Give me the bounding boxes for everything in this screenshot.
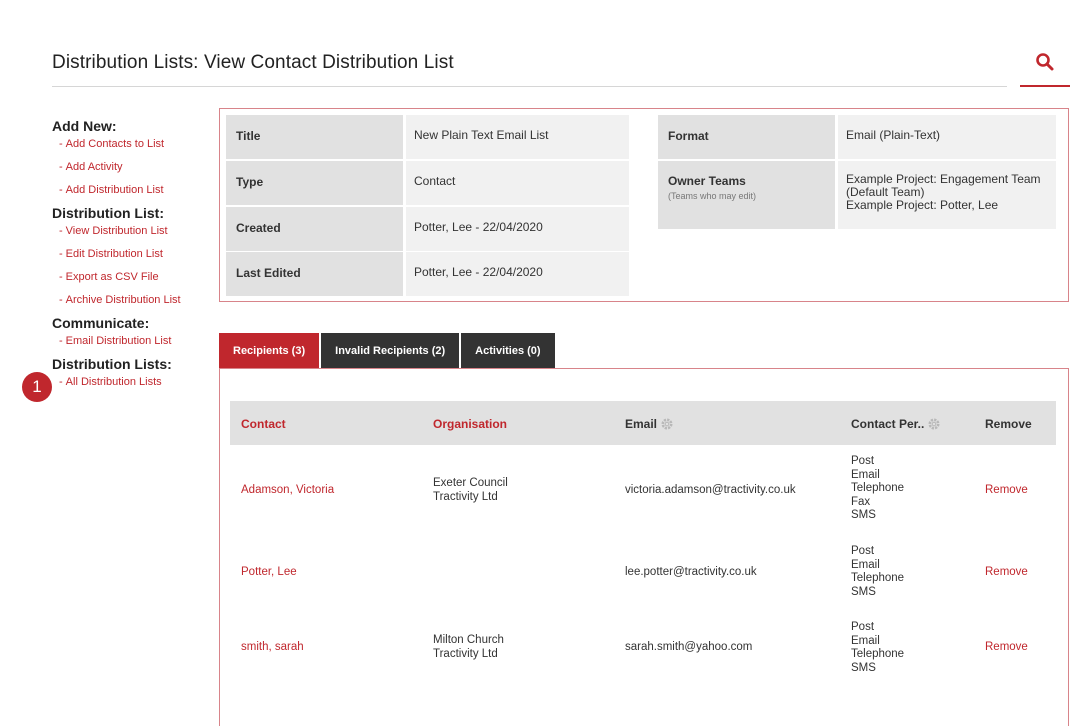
sidebar-heading-distribution-list: Distribution List: (52, 205, 164, 221)
details-value: Example Project: Engagement Team (Defaul… (838, 161, 1056, 229)
contact-link[interactable]: smith, sarah (241, 641, 304, 655)
tab-invalid-recipients[interactable]: Invalid Recipients (2) (321, 333, 460, 369)
details-label: Last Edited (226, 252, 403, 296)
tab-recipients[interactable]: Recipients (3) (219, 333, 320, 369)
gear-icon[interactable] (660, 417, 674, 431)
details-row-format: Format Email (Plain-Text) (658, 115, 1056, 159)
page-title: Distribution Lists: View Contact Distrib… (52, 52, 454, 73)
sidebar-item-view-list[interactable]: - View Distribution List (52, 225, 212, 237)
contact-methods-cell: Post Email Telephone SMS (851, 545, 905, 598)
sidebar-list-communicate: - Email Distribution List (52, 335, 212, 347)
gear-icon[interactable] (927, 417, 941, 431)
contact-link[interactable]: Potter, Lee (241, 566, 297, 580)
remove-link[interactable]: Remove (985, 641, 1028, 655)
details-label: Created (226, 207, 403, 251)
details-row-last-edited: Last Edited Potter, Lee - 22/04/2020 (226, 252, 629, 296)
column-header-contact[interactable]: Contact (241, 417, 286, 431)
details-value: Potter, Lee - 22/04/2020 (406, 207, 629, 251)
details-label: Type (226, 161, 403, 205)
search-icon (1036, 53, 1054, 71)
details-row-owner-teams: Owner Teams (Teams who may edit) Example… (658, 161, 1056, 229)
page-header: Distribution Lists: View Contact Distrib… (52, 50, 1070, 90)
tab-bar: Recipients (3) Invalid Recipients (2) Ac… (219, 333, 557, 369)
column-header-contact-per: Contact Per.. (851, 417, 941, 431)
details-value: Contact (406, 161, 629, 205)
header-divider (52, 86, 1007, 87)
details-label: Format (658, 115, 835, 159)
remove-link[interactable]: Remove (985, 566, 1028, 580)
details-sublabel: (Teams who may edit) (668, 191, 757, 201)
remove-link[interactable]: Remove (985, 484, 1028, 498)
tab-activities[interactable]: Activities (0) (461, 333, 555, 369)
details-value: New Plain Text Email List (406, 115, 629, 159)
email-cell: lee.potter@tractivity.co.uk (625, 566, 757, 578)
table-row: Adamson, Victoria Exeter Council Tractiv… (230, 455, 1056, 527)
sidebar-item-export-csv[interactable]: - Export as CSV File (52, 271, 212, 283)
sidebar-item-add-contacts[interactable]: - Add Contacts to List (52, 138, 212, 150)
organisation-cell: Milton Church Tractivity Ltd (433, 634, 504, 660)
contact-methods-cell: Post Email Telephone SMS (851, 621, 905, 674)
email-cell: sarah.smith@yahoo.com (625, 641, 753, 653)
search-button[interactable] (1020, 50, 1070, 87)
sidebar-heading-communicate: Communicate: (52, 315, 150, 331)
column-header-email: Email (625, 417, 674, 431)
table-row: smith, sarah Milton Church Tractivity Lt… (230, 621, 1056, 679)
details-value: Email (Plain-Text) (838, 115, 1056, 159)
sidebar-item-archive-list[interactable]: - Archive Distribution List (52, 294, 184, 306)
sidebar-item-all-lists[interactable]: - All Distribution Lists (52, 376, 212, 388)
sidebar-item-add-activity[interactable]: - Add Activity (52, 161, 212, 173)
step-callout-badge: 1 (22, 372, 52, 402)
table-row: Potter, Lee lee.potter@tractivity.co.uk … (230, 545, 1056, 603)
sidebar-list-distribution-list: - View Distribution List - Edit Distributi… (52, 225, 212, 306)
sidebar-heading-distribution-lists: Distribution Lists: (52, 356, 172, 372)
sidebar: Add New: - Add Contacts to List - Add Acti… (52, 118, 212, 397)
details-panel: Title New Plain Text Email List Type Con… (219, 108, 1069, 302)
details-label: Owner Teams (Teams who may edit) (658, 161, 835, 229)
sidebar-item-email-list[interactable]: - Email Distribution List (52, 335, 212, 347)
contact-link[interactable]: Adamson, Victoria (241, 484, 334, 498)
details-label: Title (226, 115, 403, 159)
details-row-created: Created Potter, Lee - 22/04/2020 (226, 207, 629, 251)
recipients-panel: Contact Organisation Email Contact Per..… (219, 368, 1069, 726)
sidebar-list-distribution-lists: - All Distribution Lists (52, 376, 212, 388)
contact-methods-cell: Post Email Telephone Fax SMS (851, 455, 905, 521)
organisation-cell: Exeter Council Tractivity Ltd (433, 477, 508, 503)
details-row-type: Type Contact (226, 161, 629, 205)
email-cell: victoria.adamson@tractivity.co.uk (625, 484, 796, 496)
sidebar-list-add-new: - Add Contacts to List - Add Activity - Add… (52, 138, 212, 196)
details-row-title: Title New Plain Text Email List (226, 115, 629, 159)
sidebar-item-add-distribution-list[interactable]: - Add Distribution List (52, 184, 212, 196)
sidebar-heading-add-new: Add New: (52, 118, 117, 134)
column-header-organisation[interactable]: Organisation (433, 417, 507, 431)
table-header: Contact Organisation Email Contact Per..… (230, 401, 1056, 445)
details-value: Potter, Lee - 22/04/2020 (406, 252, 629, 296)
sidebar-item-edit-list[interactable]: - Edit Distribution List (52, 248, 212, 260)
column-header-remove: Remove (985, 417, 1032, 431)
